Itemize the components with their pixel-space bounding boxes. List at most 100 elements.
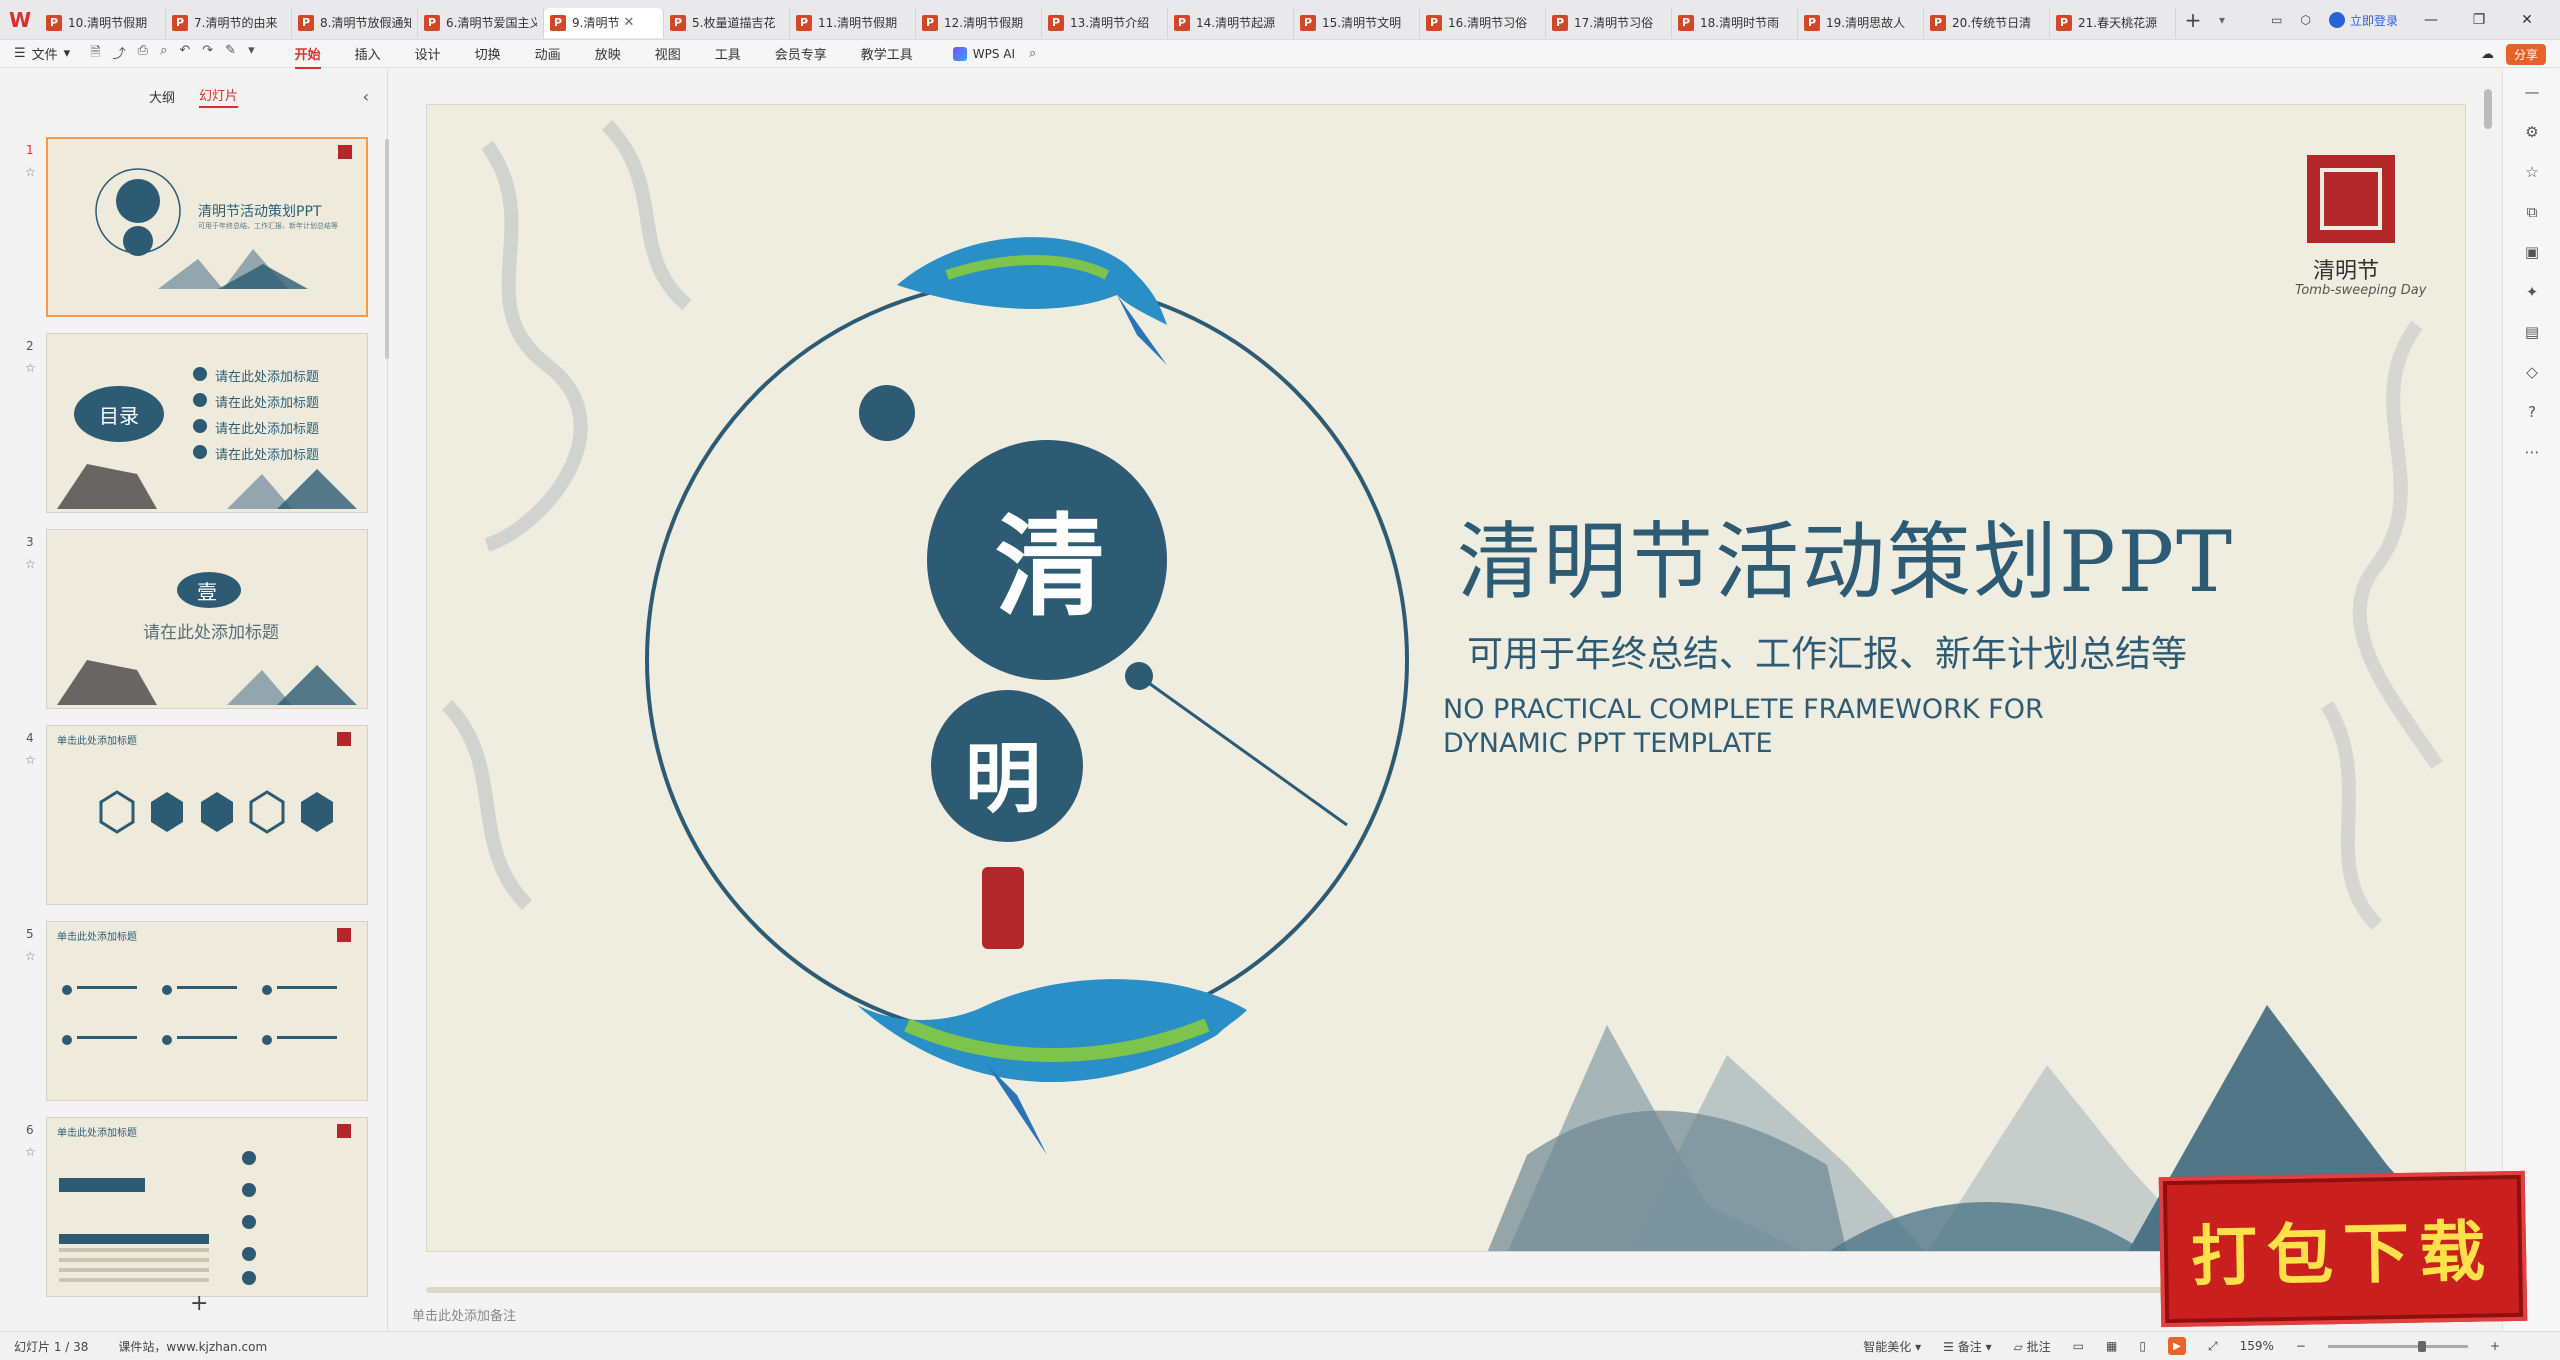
ribbon-tab[interactable]: 放映: [595, 44, 621, 63]
document-tab[interactable]: P 8.清明节放假通知: [292, 7, 418, 38]
minus-icon[interactable]: —: [2523, 83, 2541, 101]
document-tab[interactable]: P 10.清明节假期: [40, 7, 166, 38]
reading-view-icon[interactable]: ▯: [2139, 1339, 2146, 1353]
normal-view-icon[interactable]: ▭: [2073, 1339, 2084, 1353]
format-painter-icon[interactable]: ✎: [225, 43, 236, 65]
slide-thumbnail-2[interactable]: 目录 请在此处添加标题 请在此处添加标题 请在此处添加标题 请在此处添加标题: [46, 333, 368, 513]
ribbon-tab[interactable]: 工具: [715, 44, 741, 63]
close-window-button[interactable]: ✕: [2512, 12, 2542, 28]
cloud-sync-icon[interactable]: ☁: [2481, 47, 2494, 62]
thumbnail-row: 5 ☆ 单击此处添加标题: [0, 919, 388, 1103]
document-tab[interactable]: P 21.春天桃花源: [2050, 7, 2176, 38]
document-tab[interactable]: P 19.清明思故人: [1798, 7, 1924, 38]
wps-ai-button[interactable]: WPS AI: [952, 46, 1015, 61]
notes-toggle-button[interactable]: ☰ 备注 ▾: [1943, 1338, 1991, 1355]
slide-thumbnail-6[interactable]: 单击此处添加标题: [46, 1117, 368, 1297]
undo-icon[interactable]: ↶: [179, 43, 190, 65]
ribbon-tab[interactable]: 切换: [475, 44, 501, 63]
ribbon-tab[interactable]: 动画: [535, 44, 561, 63]
zoom-slider[interactable]: [2327, 1340, 2468, 1352]
help-icon[interactable]: ?: [2523, 403, 2541, 421]
document-tab[interactable]: P 6.清明节爱国主义: [418, 7, 544, 38]
settings-cube-icon[interactable]: ⬡: [2301, 13, 2311, 27]
horizontal-scrollbar[interactable]: [426, 1287, 2266, 1293]
vertical-scrollbar[interactable]: [2484, 89, 2492, 129]
play-slideshow-button[interactable]: ▶: [2167, 1337, 2186, 1355]
document-tab[interactable]: P 16.清明节习俗: [1420, 7, 1546, 38]
close-tab-icon[interactable]: ✕: [623, 15, 634, 30]
tab-list-dropdown-icon[interactable]: ▾: [2210, 13, 2234, 27]
star-icon[interactable]: ☆: [25, 1145, 36, 1159]
document-tab[interactable]: P 9.清明节 ✕: [544, 7, 664, 38]
slide-title[interactable]: 清明节活动策划PPT: [1457, 495, 2234, 616]
export-icon[interactable]: ⤴: [113, 43, 126, 65]
slide-english-title[interactable]: NO PRACTICAL COMPLETE FRAMEWORK FOR DYNA…: [1443, 693, 2044, 761]
slide-thumbnail-4[interactable]: 单击此处添加标题: [46, 725, 368, 905]
print-preview-icon[interactable]: ⌕: [160, 43, 167, 65]
document-tab[interactable]: P 15.清明节文明: [1294, 7, 1420, 38]
image-icon[interactable]: ▣: [2523, 243, 2541, 261]
star-icon[interactable]: ☆: [2523, 163, 2541, 181]
login-link[interactable]: 立即登录: [2328, 12, 2398, 29]
slide-subtitle[interactable]: 可用于年终总结、工作汇报、新年计划总结等: [1467, 625, 2187, 677]
zoom-level[interactable]: 159%: [2240, 1339, 2274, 1353]
slide-thumbnail-1[interactable]: 清明节活动策划PPT 可用于年终总结、工作汇报、新年计划总结等: [46, 137, 368, 317]
zoom-slider-knob[interactable]: [2417, 1340, 2426, 1352]
wps-logo-icon[interactable]: W: [0, 0, 40, 40]
grid-view-icon[interactable]: ▦: [2106, 1339, 2117, 1353]
thumbnail-scrollbar[interactable]: [385, 139, 389, 359]
document-tab[interactable]: P 18.清明时节雨: [1672, 7, 1798, 38]
document-tab[interactable]: P 12.清明节假期: [916, 7, 1042, 38]
star-icon[interactable]: ☆: [25, 557, 36, 571]
fit-window-icon[interactable]: ⤢: [2208, 1339, 2218, 1354]
star-icon[interactable]: ☆: [25, 949, 36, 963]
site-label[interactable]: 课件站，www.kjzhan.com: [118, 1338, 267, 1355]
minimize-button[interactable]: —: [2416, 12, 2446, 28]
window-layout-icon[interactable]: ▭: [2271, 13, 2282, 27]
smart-beautify-button[interactable]: 智能美化 ▾: [1863, 1338, 1921, 1355]
document-tab[interactable]: P 5.枚量道描吉花: [664, 7, 790, 38]
document-tab[interactable]: P 17.清明节习俗: [1546, 7, 1672, 38]
magic-wand-icon[interactable]: ✦: [2523, 283, 2541, 301]
new-tab-button[interactable]: +: [2176, 8, 2210, 32]
ribbon-tab[interactable]: 设计: [415, 44, 441, 63]
print-icon[interactable]: ⎙: [138, 43, 148, 65]
document-tab[interactable]: P 20.传统节日清: [1924, 7, 2050, 38]
document-tab[interactable]: P 14.清明节起源: [1168, 7, 1294, 38]
add-slide-button[interactable]: +: [190, 1291, 208, 1316]
document-tab[interactable]: P 11.清明节假期: [790, 7, 916, 38]
save-icon[interactable]: 🗎: [90, 43, 100, 65]
notes-placeholder[interactable]: 单击此处添加备注: [412, 1305, 516, 1324]
comment-button[interactable]: ▱ 批注: [2014, 1338, 2051, 1355]
ribbon-tab[interactable]: 视图: [655, 44, 681, 63]
zoom-out-icon[interactable]: −: [2296, 1339, 2306, 1353]
collapse-panel-icon[interactable]: ‹: [363, 87, 369, 106]
copy-icon[interactable]: ⧉: [2523, 203, 2541, 221]
layout-icon[interactable]: ▤: [2523, 323, 2541, 341]
adjust-icon[interactable]: ⚙: [2523, 123, 2541, 141]
restore-button[interactable]: ❐: [2464, 12, 2494, 28]
share-button[interactable]: 分享: [2505, 44, 2546, 65]
shape-icon[interactable]: ◇: [2523, 363, 2541, 381]
current-slide[interactable]: 清 明 清明节活动策划PPT 可用于年终总结、工作汇报、新年计划总结等 NO P…: [426, 104, 2466, 1252]
star-icon[interactable]: ☆: [25, 361, 36, 375]
document-tab[interactable]: P 7.清明节的由来: [166, 7, 292, 38]
zoom-in-icon[interactable]: +: [2490, 1339, 2500, 1353]
ribbon-tab[interactable]: 教学工具: [861, 44, 913, 63]
ribbon-tab[interactable]: 会员专享: [775, 44, 827, 63]
tab-outline[interactable]: 大纲: [149, 87, 175, 106]
star-icon[interactable]: ☆: [25, 165, 36, 179]
document-tab[interactable]: P 13.清明节介绍: [1042, 7, 1168, 38]
tab-slides[interactable]: 幻灯片: [199, 85, 239, 108]
search-icon[interactable]: ⌕: [1029, 46, 1036, 61]
download-package-badge[interactable]: 打包下载: [2158, 1170, 2528, 1328]
more-chevron-icon[interactable]: ▾: [248, 43, 255, 65]
ribbon-tab[interactable]: 开始: [294, 44, 321, 69]
slide-thumbnail-5[interactable]: 单击此处添加标题: [46, 921, 368, 1101]
star-icon[interactable]: ☆: [25, 753, 36, 767]
redo-icon[interactable]: ↷: [202, 43, 213, 65]
ribbon-tab[interactable]: 插入: [355, 44, 381, 63]
file-menu[interactable]: ☰ 文件 ▾: [14, 44, 70, 63]
slide-thumbnail-3[interactable]: 壹 请在此处添加标题: [46, 529, 368, 709]
more-icon[interactable]: ⋯: [2523, 443, 2541, 461]
